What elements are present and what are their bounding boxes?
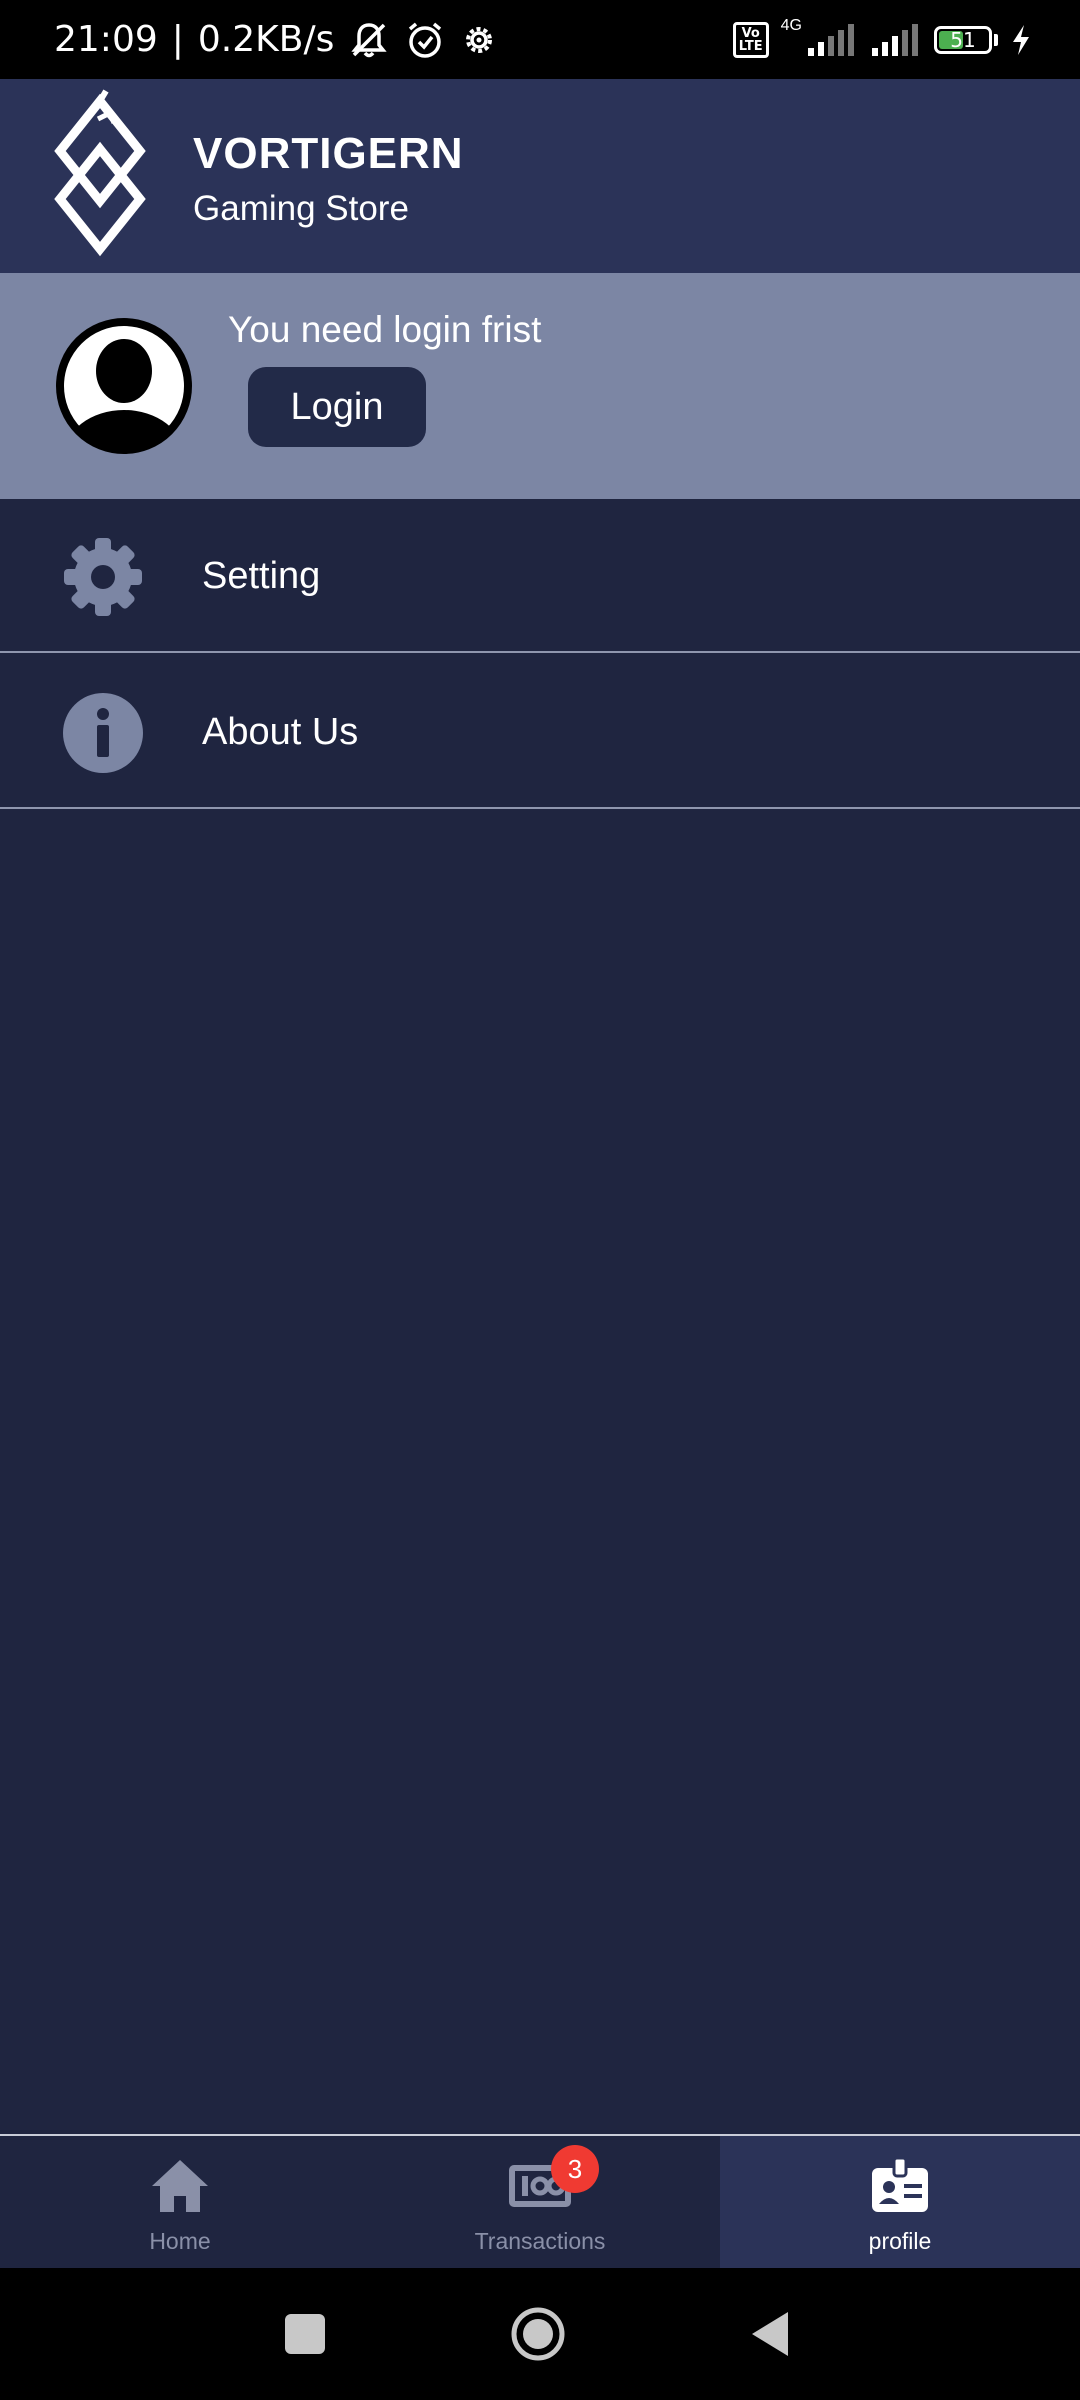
home-circle-icon[interactable] xyxy=(508,2304,568,2364)
mute-icon xyxy=(351,22,387,57)
profile-screen: 21:09 | 0.2KB/s Vo LTE 4G 51 VORTIGERN G… xyxy=(0,0,1080,2400)
nav-item-home[interactable]: Home xyxy=(0,2136,360,2268)
nav-label-transactions: Transactions xyxy=(474,2228,606,2254)
alarm-icon xyxy=(409,22,442,58)
menu-item-about-us[interactable]: About Us xyxy=(0,655,1080,809)
nav-label-profile: profile xyxy=(868,2228,932,2254)
menu-item-setting[interactable]: Setting xyxy=(0,499,1080,653)
settings-gear-icon xyxy=(466,26,493,53)
charging-icon xyxy=(1013,24,1029,55)
status-time: 21:09 xyxy=(54,19,158,60)
back-triangle-icon[interactable] xyxy=(742,2304,802,2364)
menu-label-setting: Setting xyxy=(202,554,321,597)
bottom-navigation: Home 3 Transactions profile xyxy=(0,2134,1080,2268)
battery-icon: 51 xyxy=(934,25,992,54)
status-right: Vo LTE 4G 51 xyxy=(732,0,1032,79)
battery-level: 51 xyxy=(950,27,976,52)
system-navigation-bar xyxy=(0,2268,1080,2400)
transactions-badge: 3 xyxy=(551,2145,599,2193)
brand-name: VORTIGERN xyxy=(193,129,464,178)
nav-label-home: Home xyxy=(149,2228,211,2254)
login-prompt: You need login frist xyxy=(228,309,542,350)
network-type: 4G xyxy=(780,16,802,34)
menu-label-about-us: About Us xyxy=(202,710,359,753)
vortigern-logo-icon xyxy=(54,89,146,257)
signal-icon xyxy=(808,23,854,56)
battery-nub xyxy=(994,33,998,46)
status-bar: 21:09 | 0.2KB/s Vo LTE 4G 51 xyxy=(0,0,1080,79)
gear-icon xyxy=(64,538,142,616)
avatar-placeholder-icon xyxy=(56,318,192,454)
recents-square-icon[interactable] xyxy=(275,2304,335,2364)
info-icon xyxy=(63,693,143,773)
status-left: 21:09 | 0.2KB/s xyxy=(54,0,498,79)
login-section: You need login frist Login xyxy=(0,273,1080,499)
home-icon xyxy=(152,2160,208,2212)
nav-item-profile[interactable]: profile xyxy=(720,2136,1080,2268)
app-header: VORTIGERN Gaming Store xyxy=(0,79,1080,273)
volte-icon: Vo LTE xyxy=(732,21,769,58)
signal-icon xyxy=(872,23,918,56)
login-button[interactable]: Login xyxy=(248,367,426,447)
profile-card-icon xyxy=(872,2156,928,2212)
status-separator: | xyxy=(171,19,184,60)
nav-item-transactions[interactable]: 3 Transactions xyxy=(360,2136,720,2268)
status-net-speed: 0.2KB/s xyxy=(197,19,335,60)
brand-subtitle: Gaming Store xyxy=(193,189,409,228)
